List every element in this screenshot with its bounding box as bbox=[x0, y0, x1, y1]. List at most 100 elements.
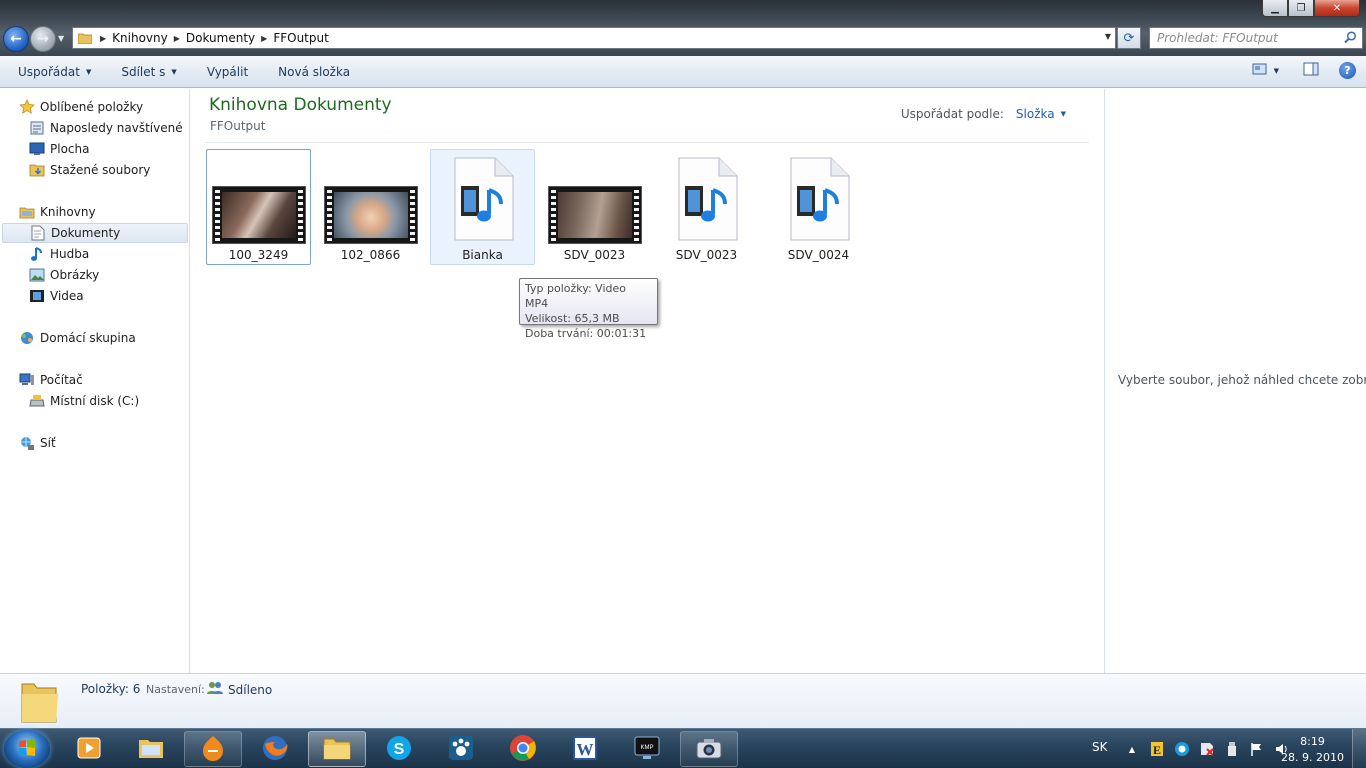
page-subtitle: FFOutput bbox=[210, 119, 266, 133]
settings-label: Nastavení: bbox=[146, 683, 205, 696]
media-file-icon bbox=[673, 156, 741, 242]
nav-libraries[interactable]: Knihovny bbox=[18, 202, 96, 222]
nav-desktop-label: Plocha bbox=[50, 142, 90, 156]
burn-button[interactable]: Vypálit bbox=[198, 65, 257, 79]
file-name: 100_3249 bbox=[228, 248, 289, 262]
nav-homegroup[interactable]: Domácí skupina bbox=[18, 328, 136, 348]
nav-local-disk[interactable]: Místní disk (C:) bbox=[28, 391, 139, 411]
preview-pane-icon[interactable] bbox=[1303, 62, 1319, 79]
taskbar: S W KMP SK ▲ E 8:19 28. 9. 2010 bbox=[0, 728, 1366, 768]
show-desktop-button[interactable] bbox=[1352, 729, 1366, 768]
maximize-button[interactable]: ❐ bbox=[1288, 0, 1314, 17]
breadcrumb-documents[interactable]: Dokumenty bbox=[186, 31, 255, 45]
back-button[interactable]: ← bbox=[3, 26, 29, 52]
word-icon: W bbox=[571, 734, 599, 765]
app-paw-icon bbox=[447, 734, 475, 765]
taskbar-skype[interactable]: S bbox=[370, 731, 428, 767]
change-view-icon[interactable] bbox=[1252, 62, 1268, 79]
nav-music-label: Hudba bbox=[50, 247, 90, 261]
file-item[interactable]: SDV_0024 bbox=[766, 149, 871, 265]
taskbar-chrome[interactable] bbox=[494, 731, 552, 767]
tray-expand-icon[interactable]: ▲ bbox=[1124, 741, 1140, 757]
nav-recent-places[interactable]: Naposledy navštívené bbox=[28, 118, 183, 138]
nav-pictures-label: Obrázky bbox=[50, 268, 100, 282]
language-indicator[interactable]: SK bbox=[1092, 740, 1108, 754]
new-folder-label: Nová složka bbox=[278, 64, 351, 79]
file-item[interactable]: SDV_0023 bbox=[542, 149, 647, 265]
refresh-button[interactable]: ⟳ bbox=[1117, 27, 1141, 49]
taskbar-winamp[interactable] bbox=[184, 731, 242, 767]
tray-security-alert-icon[interactable] bbox=[1199, 741, 1215, 757]
file-item[interactable]: Bianka bbox=[430, 149, 535, 265]
new-folder-button[interactable]: Nová složka bbox=[269, 65, 359, 79]
share-button[interactable]: Sdílet s ▼ bbox=[112, 65, 185, 79]
nav-favorites[interactable]: Oblíbené položky bbox=[18, 97, 143, 117]
breadcrumb-separator-icon[interactable]: ▶ bbox=[261, 34, 267, 43]
chevron-down-icon[interactable]: ▼ bbox=[1105, 32, 1111, 41]
view-options-chevron-icon[interactable]: ▼ bbox=[1274, 67, 1279, 75]
nav-computer[interactable]: Počítač bbox=[18, 370, 83, 390]
nav-network[interactable]: Síť bbox=[18, 433, 56, 453]
taskbar-media-player[interactable] bbox=[60, 731, 118, 767]
file-item[interactable]: 100_3249 bbox=[206, 149, 311, 265]
taskbar-paw-app[interactable] bbox=[432, 731, 490, 767]
breadcrumb-separator-icon[interactable]: ▶ bbox=[174, 34, 180, 43]
folder-icon bbox=[322, 735, 352, 764]
libraries-icon bbox=[18, 204, 36, 220]
search-icon[interactable] bbox=[1344, 31, 1357, 47]
taskbar-explorer[interactable] bbox=[122, 731, 180, 767]
clock[interactable]: 8:19 28. 9. 2010 bbox=[1281, 734, 1344, 766]
media-player-icon bbox=[76, 735, 102, 764]
nav-music[interactable]: Hudba bbox=[28, 244, 89, 264]
nav-pictures[interactable]: Obrázky bbox=[28, 265, 99, 285]
nav-documents[interactable]: Dokumenty bbox=[2, 223, 188, 243]
pictures-icon bbox=[28, 267, 46, 283]
address-bar[interactable]: ▶ Knihovny ▶ Dokumenty ▶ FFOutput ▼ bbox=[72, 27, 1116, 49]
winamp-icon bbox=[199, 735, 227, 764]
start-button[interactable] bbox=[4, 730, 50, 768]
media-file-icon bbox=[785, 156, 853, 242]
svg-text:KMP: KMP bbox=[640, 745, 653, 751]
arrange-by-value[interactable]: Složka bbox=[1016, 107, 1055, 121]
tray-action-center-icon[interactable] bbox=[1249, 741, 1265, 757]
taskbar-firefox[interactable] bbox=[246, 731, 304, 767]
star-icon bbox=[18, 99, 36, 115]
tray-app-e-icon[interactable]: E bbox=[1149, 741, 1165, 757]
taskbar-word[interactable]: W bbox=[556, 731, 614, 767]
nav-local-disk-label: Místní disk (C:) bbox=[50, 394, 140, 408]
file-item[interactable]: 102_0866 bbox=[318, 149, 423, 265]
nav-libraries-label: Knihovny bbox=[40, 205, 96, 219]
downloads-folder-icon bbox=[28, 162, 46, 178]
search-input[interactable]: Prohledat: FFOutput bbox=[1149, 27, 1363, 49]
burn-label: Vypálit bbox=[206, 64, 249, 79]
taskbar-kmplayer[interactable]: KMP bbox=[618, 731, 676, 767]
nav-desktop[interactable]: Plocha bbox=[28, 139, 89, 159]
kmplayer-icon: KMP bbox=[633, 734, 661, 765]
arrange-by-control[interactable]: Uspořádat podle: Složka ▼ bbox=[901, 107, 1066, 121]
chevron-down-icon: ▼ bbox=[1060, 110, 1066, 118]
taskbar-folder-active[interactable] bbox=[308, 731, 366, 767]
nav-videos[interactable]: Videa bbox=[28, 286, 84, 306]
tray-sync-icon[interactable] bbox=[1174, 741, 1190, 757]
nav-downloads[interactable]: Stažené soubory bbox=[28, 160, 150, 180]
forward-button[interactable]: → bbox=[30, 26, 56, 52]
organize-button[interactable]: Uspořádat ▼ bbox=[9, 65, 100, 79]
taskbar-camera[interactable] bbox=[680, 731, 738, 767]
close-button[interactable]: ✕ bbox=[1314, 0, 1360, 17]
breadcrumb-ffoutput[interactable]: FFOutput bbox=[273, 31, 329, 45]
minimize-button[interactable]: ▁ bbox=[1262, 0, 1288, 17]
page-title: Knihovna Dokumenty bbox=[209, 95, 392, 115]
file-item[interactable]: SDV_0023 bbox=[654, 149, 759, 265]
chevron-down-icon: ▼ bbox=[171, 67, 177, 76]
tray-usb-icon[interactable] bbox=[1224, 741, 1240, 757]
help-icon[interactable]: ? bbox=[1339, 62, 1356, 79]
arrange-by-label: Uspořádat podle: bbox=[900, 107, 1004, 121]
breadcrumb-libraries[interactable]: Knihovny bbox=[112, 31, 168, 45]
command-bar: Uspořádat ▼ Sdílet s ▼ Vypálit Nová složka… bbox=[0, 56, 1366, 88]
chrome-icon bbox=[508, 733, 538, 766]
recent-pages-dropdown[interactable]: ▼ bbox=[58, 34, 64, 43]
camera-icon bbox=[695, 736, 723, 763]
breadcrumb-separator-icon[interactable]: ▶ bbox=[100, 34, 106, 43]
video-thumbnail bbox=[211, 186, 306, 244]
music-note-icon bbox=[28, 246, 46, 262]
